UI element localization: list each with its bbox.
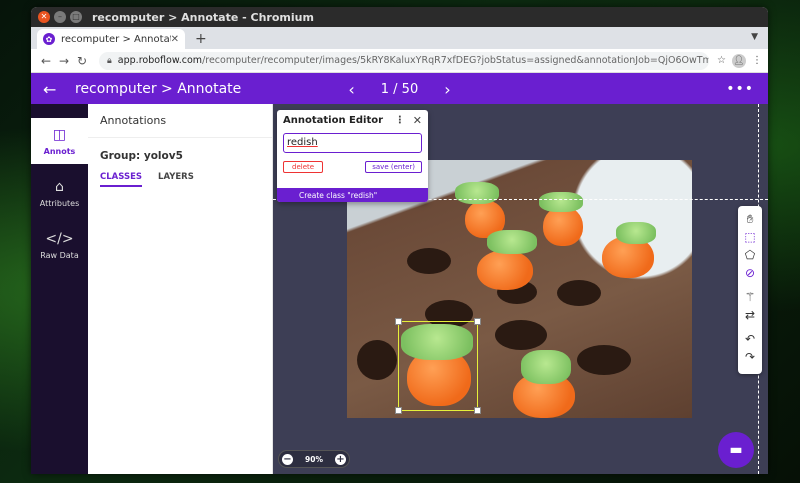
rail-item-label: Annots: [43, 146, 76, 156]
resize-handle[interactable]: [395, 407, 402, 414]
repeat-icon[interactable]: ⇄: [745, 306, 755, 324]
tool-palette: ✋︎ ⬚ ⬠ ⊘ ⚚ ⇄ ↶ ↷: [738, 206, 762, 374]
panel-tabs: CLASSES LAYERS: [100, 172, 272, 187]
bounding-box-icon[interactable]: ⬚: [744, 228, 755, 246]
tab-classes[interactable]: CLASSES: [100, 172, 143, 187]
browser-window: ✕ – □ recomputer > Annotate - Chromium ✿…: [31, 7, 768, 474]
resize-handle[interactable]: [395, 318, 402, 325]
os-titlebar: ✕ – □ recomputer > Annotate - Chromium: [31, 7, 768, 27]
zoom-level: 90%: [305, 454, 323, 464]
resize-handle[interactable]: [474, 318, 481, 325]
address-bar[interactable]: 🔒︎ app.roboflow.com/recomputer/recompute…: [99, 51, 710, 70]
app-body: ◫ Annots ⌂ Attributes </> Raw Data Annot…: [31, 104, 768, 474]
chat-icon[interactable]: ▬: [718, 432, 754, 468]
panel-heading: Annotations: [88, 104, 272, 138]
annotation-editor: Annotation Editor ⋮ ✕ delete save (enter…: [277, 110, 428, 202]
null-icon[interactable]: ⊘: [745, 264, 755, 282]
window-close-icon[interactable]: ✕: [38, 11, 50, 23]
zoom-out-icon[interactable]: −: [282, 453, 293, 465]
rail-item-label: Attributes: [39, 198, 80, 208]
carrot-object: [477, 230, 541, 292]
window-minimize-icon[interactable]: –: [54, 11, 66, 23]
window-maximize-icon[interactable]: □: [70, 11, 82, 23]
roboflow-favicon-icon: ✿: [43, 33, 55, 45]
magic-wand-icon[interactable]: ⚚: [745, 288, 756, 306]
tag-icon: ⌂: [55, 178, 64, 195]
rail-item-label: Raw Data: [40, 250, 79, 260]
tab-search-icon[interactable]: ▼: [751, 32, 758, 42]
url-host: app.roboflow.com: [117, 55, 203, 66]
tab-close-icon[interactable]: ✕: [171, 34, 179, 45]
editor-title: Annotation Editor: [283, 114, 384, 126]
toolbar-right: ☆ 👤︎ ⋮: [717, 53, 762, 68]
editor-header: Annotation Editor ⋮ ✕: [277, 110, 428, 130]
back-icon[interactable]: ←: [37, 54, 55, 68]
browser-tab[interactable]: ✿ recomputer > Annotate ✕: [37, 29, 185, 49]
page-title: recomputer > Annotate: [75, 81, 242, 97]
delete-button[interactable]: delete: [283, 160, 324, 173]
bounding-box[interactable]: [395, 318, 481, 414]
browser-menu-icon[interactable]: ⋮: [752, 55, 762, 66]
carrot-object: [509, 350, 583, 418]
back-arrow-icon[interactable]: ←: [43, 80, 63, 99]
annotation-canvas[interactable]: Annotation Editor ⋮ ✕ delete save (enter…: [273, 104, 768, 474]
save-button[interactable]: save (enter): [365, 160, 422, 173]
window-controls: ✕ – □: [38, 11, 82, 23]
resize-handle[interactable]: [474, 407, 481, 414]
reload-icon[interactable]: ↻: [73, 54, 91, 68]
app-header: ← recomputer > Annotate ‹ 1 / 50 › •••: [31, 73, 768, 105]
rail-item-raw-data[interactable]: </> Raw Data: [31, 222, 88, 268]
tab-strip: ✿ recomputer > Annotate ✕ + ▼: [31, 27, 768, 49]
editor-more-icon[interactable]: ⋮: [395, 115, 405, 126]
more-options-icon[interactable]: •••: [726, 81, 754, 97]
class-name-input[interactable]: [283, 132, 422, 153]
code-icon: </>: [45, 230, 74, 247]
carrot-object: [602, 218, 666, 280]
pager-count: 1 / 50: [380, 81, 419, 97]
profile-icon[interactable]: 👤︎: [732, 53, 746, 68]
redo-icon[interactable]: ↷: [745, 348, 755, 366]
tab-layers[interactable]: LAYERS: [158, 172, 194, 187]
zoom-in-icon[interactable]: +: [334, 453, 346, 465]
polygon-icon[interactable]: ⬠: [745, 246, 755, 264]
next-image-icon[interactable]: ›: [444, 80, 450, 99]
rail-item-annots[interactable]: ◫ Annots: [31, 118, 88, 164]
carrot-object: [535, 188, 591, 248]
editor-buttons: delete save (enter): [277, 153, 428, 173]
rail-item-attributes[interactable]: ⌂ Attributes: [31, 170, 88, 216]
lock-icon[interactable]: 🔒︎: [107, 56, 112, 66]
create-class-option[interactable]: Create class "redish": [277, 188, 428, 202]
zoom-control: − 90% +: [278, 450, 350, 468]
group-label: Group: yolov5: [100, 150, 183, 162]
browser-toolbar: ← → ↻ 🔒︎ app.roboflow.com/recomputer/rec…: [31, 49, 768, 73]
window-title: recomputer > Annotate - Chromium: [92, 10, 314, 24]
annotations-panel: Annotations Group: yolov5 CLASSES LAYERS: [88, 104, 273, 474]
previous-image-icon[interactable]: ‹: [348, 80, 354, 99]
tab-title: recomputer > Annotate: [61, 33, 171, 45]
url-path: /recomputer/recomputer/images/5kRY8Kalux…: [202, 55, 710, 66]
new-tab-button[interactable]: +: [195, 31, 207, 47]
annotations-icon: ◫: [52, 126, 67, 143]
image-pager: ‹ 1 / 50 ›: [348, 80, 450, 99]
close-icon[interactable]: ✕: [413, 114, 422, 127]
hand-icon[interactable]: ✋︎: [747, 210, 754, 228]
undo-icon[interactable]: ↶: [745, 330, 755, 348]
bookmark-star-icon[interactable]: ☆: [717, 55, 726, 66]
left-rail: ◫ Annots ⌂ Attributes </> Raw Data: [31, 104, 88, 474]
forward-icon[interactable]: →: [55, 54, 73, 68]
